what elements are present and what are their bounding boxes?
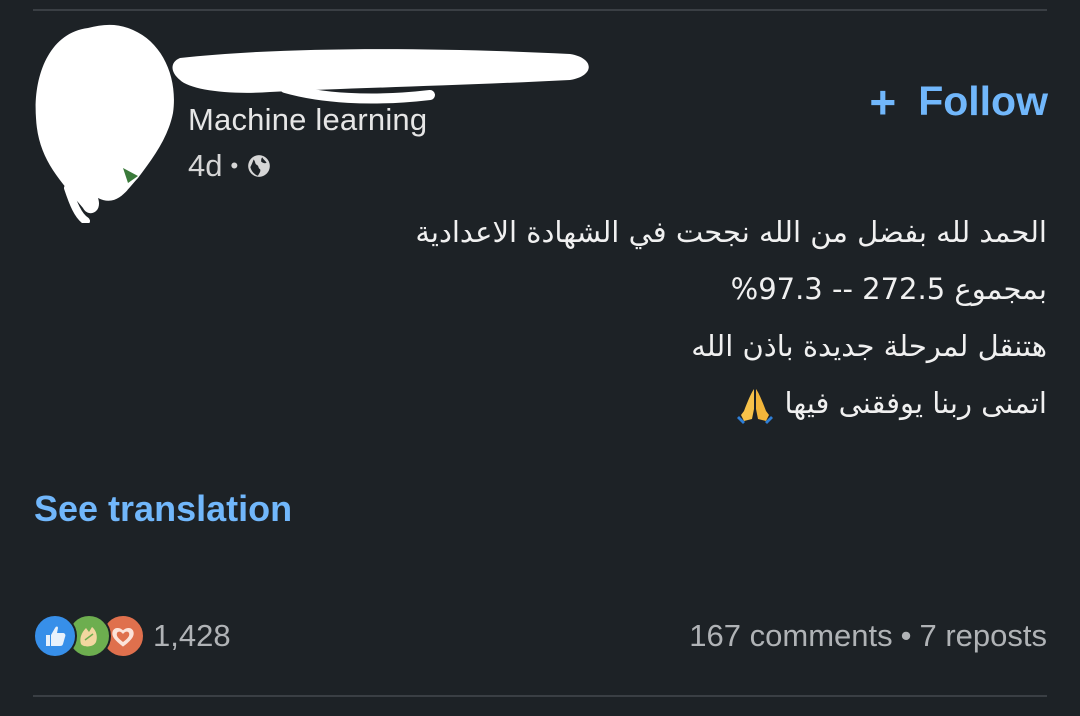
post-time: 4d [188, 148, 223, 183]
engagement-separator: • [900, 618, 912, 653]
reaction-count: 1,428 [153, 618, 231, 653]
plus-icon: + [869, 75, 897, 128]
meta-separator: • [230, 153, 239, 178]
see-translation-link[interactable]: See translation [34, 488, 292, 530]
author-headline: Machine learning [188, 102, 428, 137]
post-line-4-text: اتمنى ربنا يوفقنى فيها [784, 386, 1047, 420]
post-text: الحمد لله بفضل من الله نجحت في الشهادة ا… [287, 204, 1047, 432]
redacted-author-name[interactable] [150, 40, 595, 110]
post-card: Machine learning 4d • + Follow الحمد لله… [0, 0, 1080, 716]
like-icon [33, 614, 77, 658]
post-line-1: الحمد لله بفضل من الله نجحت في الشهادة ا… [415, 215, 1047, 249]
post-line-3: هتنقل لمرحلة جديدة باذن الله [691, 329, 1047, 363]
post-line-2: بمجموع 272.5 -- 97.3% [730, 272, 1047, 306]
post-line-4: اتمنى ربنا يوفقنى فيها [287, 375, 1047, 432]
folded-hands-emoji [736, 389, 773, 424]
post-meta: 4d • [188, 148, 272, 184]
reactions-summary[interactable]: 1,428 [33, 614, 231, 658]
top-divider [33, 9, 1047, 11]
globe-icon [248, 155, 271, 177]
follow-label: Follow [918, 78, 1048, 124]
follow-button[interactable]: + Follow [869, 78, 1048, 125]
engagement-stats: 167 comments • 7 reposts [689, 618, 1047, 654]
reaction-icons [33, 614, 145, 658]
comments-count-link[interactable]: 167 comments [689, 618, 892, 654]
bottom-divider [33, 695, 1047, 697]
reposts-count-link[interactable]: 7 reposts [919, 618, 1047, 654]
